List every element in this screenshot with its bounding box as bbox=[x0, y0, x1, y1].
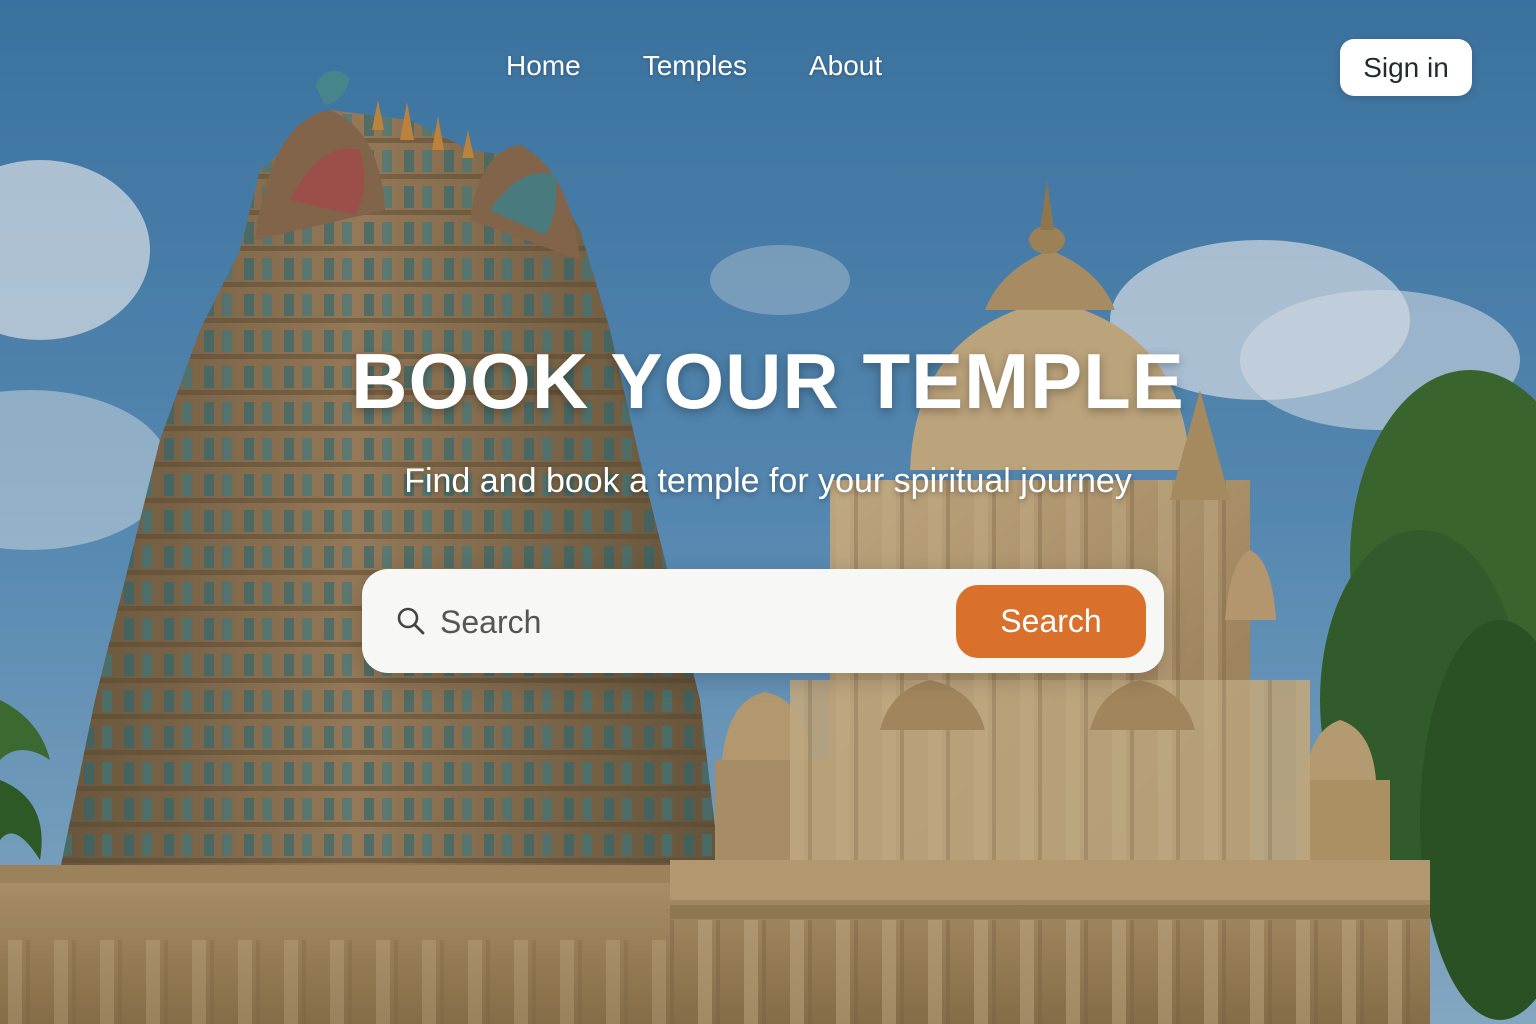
nav-links: Home Temples About bbox=[506, 50, 882, 82]
top-nav: Home Temples About Sign in bbox=[0, 39, 1536, 96]
hero-title: BOOK YOUR TEMPLE bbox=[351, 337, 1185, 425]
search-icon bbox=[397, 607, 425, 635]
search-input[interactable] bbox=[438, 597, 942, 647]
search-bar: Search bbox=[362, 569, 1164, 673]
nav-item-about[interactable]: About bbox=[809, 50, 882, 82]
hero-subtitle: Find and book a temple for your spiritua… bbox=[404, 462, 1132, 500]
nav-item-home[interactable]: Home bbox=[506, 50, 581, 82]
hero-overlay bbox=[0, 0, 1536, 1024]
sign-in-button[interactable]: Sign in bbox=[1340, 39, 1472, 96]
search-button[interactable]: Search bbox=[956, 585, 1146, 658]
landing-page: Home Temples About Sign in BOOK YOUR TEM… bbox=[0, 0, 1536, 1024]
nav-item-temples[interactable]: Temples bbox=[643, 50, 747, 82]
